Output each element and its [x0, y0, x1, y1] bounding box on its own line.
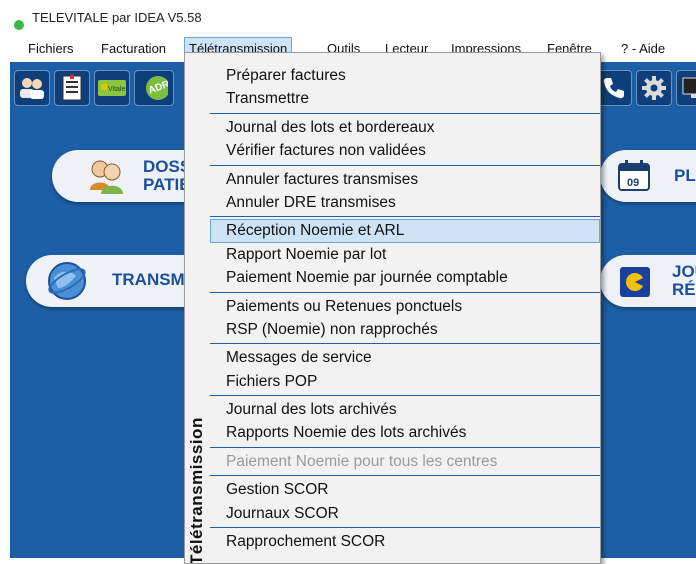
menu-item-preparer-factures[interactable]: Préparer factures — [210, 64, 600, 87]
vitale-card-icon[interactable]: Vitale — [94, 70, 130, 106]
monitor-icon[interactable] — [676, 70, 696, 106]
calendar-day: 09 — [627, 177, 639, 189]
menu-item-gestion-scor[interactable]: Gestion SCOR — [210, 478, 600, 501]
menu-item-journal-lots[interactable]: Journal des lots et bordereaux — [210, 116, 600, 139]
menu-item-rsp-non-rapproches[interactable]: RSP (Noemie) non rapprochés — [210, 318, 600, 341]
menu-item-transmettre[interactable]: Transmettre — [210, 87, 600, 110]
menu-item-rapport-noemie[interactable]: Rapport Noemie par lot — [210, 243, 600, 266]
journal-reglements-button[interactable]: JOU RÉG — [600, 255, 696, 307]
menu-separator — [210, 527, 600, 529]
menu-separator — [210, 112, 600, 114]
dropdown-side-label: Télétransmission — [187, 417, 206, 564]
menu-separator — [210, 164, 600, 166]
menu-item-paiement-noemie-tous-centres: Paiement Noemie pour tous les centres — [226, 452, 498, 470]
planning-button[interactable]: 09 PL — [600, 150, 696, 202]
menu-item-journaux-scor[interactable]: Journaux SCOR — [210, 502, 600, 525]
menu-aide[interactable]: ? - Aide — [617, 38, 669, 59]
app-icon — [14, 20, 24, 30]
patients-icon[interactable] — [14, 70, 50, 106]
journal-icon — [620, 267, 650, 297]
planning-label: PL — [674, 166, 696, 185]
menu-facturation[interactable]: Facturation — [97, 38, 170, 59]
globe-icon — [48, 262, 86, 300]
menu-item-annuler-dre[interactable]: Annuler DRE transmises — [210, 191, 600, 214]
menu-separator — [210, 343, 600, 345]
teletransmission-dropdown: Télétransmission Préparer factures Trans… — [184, 52, 601, 564]
dropdown-items: Préparer factures Transmettre Journal de… — [210, 64, 600, 553]
title-bar: TELEVITALE par IDEA V5.58 — [10, 10, 696, 34]
journal-label-line1: JOU — [672, 262, 696, 281]
menu-item-rapprochement-scor[interactable]: Rapprochement SCOR — [210, 530, 600, 553]
menu-item-rapports-noemie-archives[interactable]: Rapports Noemie des lots archivés — [210, 421, 600, 444]
menu-separator — [210, 216, 600, 218]
menu-fichiers[interactable]: Fichiers — [24, 38, 78, 59]
calendar-icon: 09 — [618, 160, 650, 191]
menu-item-reception-noemie[interactable]: Réception Noemie et ARL — [210, 219, 600, 243]
dropdown-side-strip: Télétransmission — [185, 53, 209, 563]
menu-separator — [210, 475, 600, 477]
menu-item-journal-lots-archives[interactable]: Journal des lots archivés — [210, 398, 600, 421]
phone-icon[interactable] — [596, 70, 632, 106]
document-icon[interactable] — [54, 70, 90, 106]
menu-item-verifier-factures[interactable]: Vérifier factures non validées — [210, 139, 600, 162]
menu-item-paiements-retenues[interactable]: Paiements ou Retenues ponctuels — [210, 295, 600, 318]
menu-item-annuler-factures[interactable]: Annuler factures transmises — [210, 168, 600, 191]
gear-icon[interactable] — [636, 70, 672, 106]
transmission-label: TRANSM — [112, 270, 185, 289]
menu-separator — [210, 446, 600, 448]
menu-separator — [210, 395, 600, 397]
window-title: TELEVITALE par IDEA V5.58 — [32, 10, 202, 25]
adri-icon[interactable]: ADRi — [134, 70, 174, 106]
menu-item-paiement-noemie-journee[interactable]: Paiement Noemie par journée comptable — [210, 266, 600, 289]
vitale-card-text: Vitale — [108, 86, 125, 93]
menu-separator — [210, 291, 600, 293]
menu-item-fichiers-pop[interactable]: Fichiers POP — [210, 370, 600, 393]
patients-panel-icon — [90, 160, 123, 194]
menu-item-messages-service[interactable]: Messages de service — [210, 346, 600, 369]
journal-label-line2: RÉG — [672, 280, 696, 299]
